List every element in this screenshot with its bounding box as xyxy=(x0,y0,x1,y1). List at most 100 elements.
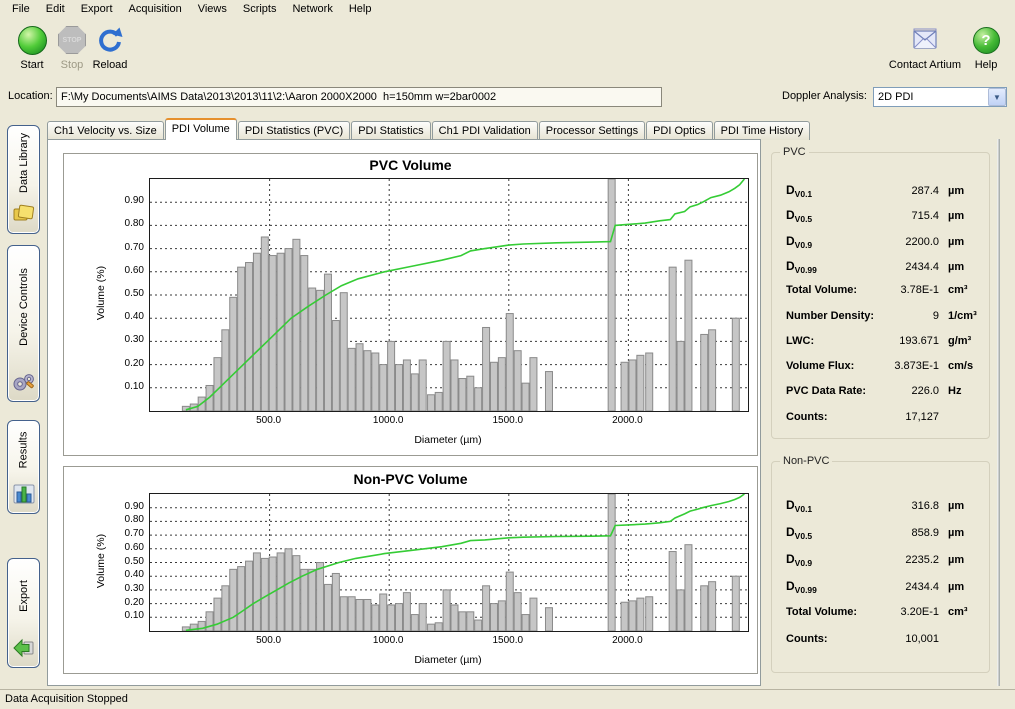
stats-row: Number Density:91/cm³ xyxy=(772,310,989,322)
stat-value: 858.9 xyxy=(875,527,939,539)
contact-artium-button[interactable]: Contact Artium xyxy=(885,24,965,71)
stat-value: 9 xyxy=(875,310,939,322)
stat-label: PVC Data Rate: xyxy=(786,385,875,397)
y-tick-label: 0.30 xyxy=(108,583,144,594)
stat-unit: µm xyxy=(939,236,981,248)
stats-row: DV0.992434.4µm xyxy=(772,259,989,275)
contact-artium-label: Contact Artium xyxy=(885,59,965,71)
bar-chart-icon xyxy=(12,483,36,508)
non-pvc-volume-chart: Non-PVC VolumeVolume (%)0.100.200.300.40… xyxy=(63,466,758,674)
help-button-label: Help xyxy=(963,59,1009,71)
stats-row: Total Volume:3.78E-1cm³ xyxy=(772,284,989,296)
stat-label: Counts: xyxy=(786,633,875,645)
groupbox-legend: PVC xyxy=(780,146,809,158)
stats-row: Volume Flux:3.873E-1cm/s xyxy=(772,360,989,372)
tab-pdi-optics[interactable]: PDI Optics xyxy=(646,121,713,140)
menu-help[interactable]: Help xyxy=(341,0,380,18)
pvc-stats-groupbox: PVCDV0.1287.4µmDV0.5715.4µmDV0.92200.0µm… xyxy=(771,152,990,439)
stat-value: 193.671 xyxy=(875,335,939,347)
stat-label: DV0.5 xyxy=(786,525,875,541)
location-row: Location: Doppler Analysis: 2D PDI ▼ xyxy=(0,84,1015,110)
y-tick-label: 0.40 xyxy=(108,569,144,580)
reload-button-label: Reload xyxy=(78,59,142,71)
menu-scripts[interactable]: Scripts xyxy=(235,0,285,18)
sidebar-item-export[interactable]: Export xyxy=(7,558,40,668)
groupbox-legend: Non-PVC xyxy=(780,455,832,467)
y-tick-label: 0.60 xyxy=(108,265,144,276)
stat-value: 226.0 xyxy=(875,385,939,397)
x-tick-label: 2000.0 xyxy=(602,415,652,426)
stat-label: DV0.9 xyxy=(786,234,875,250)
sidebar-item-label: Device Controls xyxy=(18,268,30,346)
location-input[interactable] xyxy=(56,87,662,107)
stat-label: DV0.99 xyxy=(786,579,875,595)
sidebar-item-label: Export xyxy=(18,580,30,612)
stats-row: Counts:17,127 xyxy=(772,411,989,423)
stat-label: LWC: xyxy=(786,335,875,347)
y-axis-label: Volume (%) xyxy=(95,531,107,591)
reload-icon xyxy=(78,24,142,56)
stat-value: 316.8 xyxy=(875,500,939,512)
export-arrow-icon xyxy=(12,637,36,662)
location-label: Location: xyxy=(8,90,53,102)
tab-pdi-volume[interactable]: PDI Volume xyxy=(165,118,237,140)
tab-pdi-statistics-pvc-[interactable]: PDI Statistics (PVC) xyxy=(238,121,350,140)
panel-splitter[interactable] xyxy=(997,139,1000,686)
stats-row: DV0.5858.9µm xyxy=(772,525,989,541)
menu-network[interactable]: Network xyxy=(284,0,340,18)
stat-unit: cm³ xyxy=(939,284,981,296)
stat-value: 2434.4 xyxy=(875,581,939,593)
reload-button[interactable]: Reload xyxy=(78,24,142,71)
stats-row: DV0.1316.8µm xyxy=(772,498,989,514)
x-axis-label: Diameter (µm) xyxy=(388,654,508,666)
stat-unit: µm xyxy=(939,210,981,222)
tab-ch1-pdi-validation[interactable]: Ch1 PDI Validation xyxy=(432,121,538,140)
tab-processor-settings[interactable]: Processor Settings xyxy=(539,121,645,140)
stat-unit: µm xyxy=(939,554,981,566)
stats-row: DV0.92200.0µm xyxy=(772,234,989,250)
chevron-down-icon[interactable]: ▼ xyxy=(988,88,1006,106)
stat-unit: µm xyxy=(939,581,981,593)
sidebar-item-data-library[interactable]: Data Library xyxy=(7,125,40,234)
menu-acquisition[interactable]: Acquisition xyxy=(121,0,190,18)
stats-row: LWC:193.671g/m³ xyxy=(772,335,989,347)
help-icon: ? xyxy=(973,27,1000,54)
tab-pdi-statistics[interactable]: PDI Statistics xyxy=(351,121,430,140)
stat-value: 3.78E-1 xyxy=(875,284,939,296)
stat-value: 3.20E-1 xyxy=(875,606,939,618)
stats-row: Counts:10,001 xyxy=(772,633,989,645)
stats-row: PVC Data Rate:226.0Hz xyxy=(772,385,989,397)
menu-export[interactable]: Export xyxy=(73,0,121,18)
stats-row: DV0.992434.4µm xyxy=(772,579,989,595)
chart-title: PVC Volume xyxy=(64,157,757,173)
stat-value: 10,001 xyxy=(875,633,939,645)
tab-ch1-velocity-vs-size[interactable]: Ch1 Velocity vs. Size xyxy=(47,121,164,140)
y-tick-label: 0.10 xyxy=(108,610,144,621)
menu-edit[interactable]: Edit xyxy=(38,0,73,18)
help-button[interactable]: ? Help xyxy=(963,24,1009,71)
stat-value: 287.4 xyxy=(875,185,939,197)
y-tick-label: 0.90 xyxy=(108,195,144,206)
menu-views[interactable]: Views xyxy=(190,0,235,18)
x-tick-label: 1500.0 xyxy=(483,635,533,646)
y-tick-label: 0.40 xyxy=(108,311,144,322)
app-window: FileEditExportAcquisitionViewsScriptsNet… xyxy=(0,0,1015,708)
x-tick-label: 2000.0 xyxy=(602,635,652,646)
tab-pdi-time-history[interactable]: PDI Time History xyxy=(714,121,811,140)
doppler-analysis-value: 2D PDI xyxy=(874,91,988,103)
x-axis-label: Diameter (µm) xyxy=(388,434,508,446)
y-axis-label: Volume (%) xyxy=(95,263,107,323)
menu-bar: FileEditExportAcquisitionViewsScriptsNet… xyxy=(0,0,1015,18)
x-tick-label: 1000.0 xyxy=(363,415,413,426)
folders-icon xyxy=(12,203,36,228)
menu-file[interactable]: File xyxy=(4,0,38,18)
x-tick-label: 500.0 xyxy=(244,635,294,646)
y-tick-label: 0.80 xyxy=(108,218,144,229)
stat-unit: 1/cm³ xyxy=(939,310,981,322)
sidebar-item-device-controls[interactable]: Device Controls xyxy=(7,245,40,402)
stat-value: 2235.2 xyxy=(875,554,939,566)
stat-unit: Hz xyxy=(939,385,981,397)
y-tick-label: 0.70 xyxy=(108,242,144,253)
sidebar-item-results[interactable]: Results xyxy=(7,420,40,514)
doppler-analysis-select[interactable]: 2D PDI ▼ xyxy=(873,87,1007,107)
